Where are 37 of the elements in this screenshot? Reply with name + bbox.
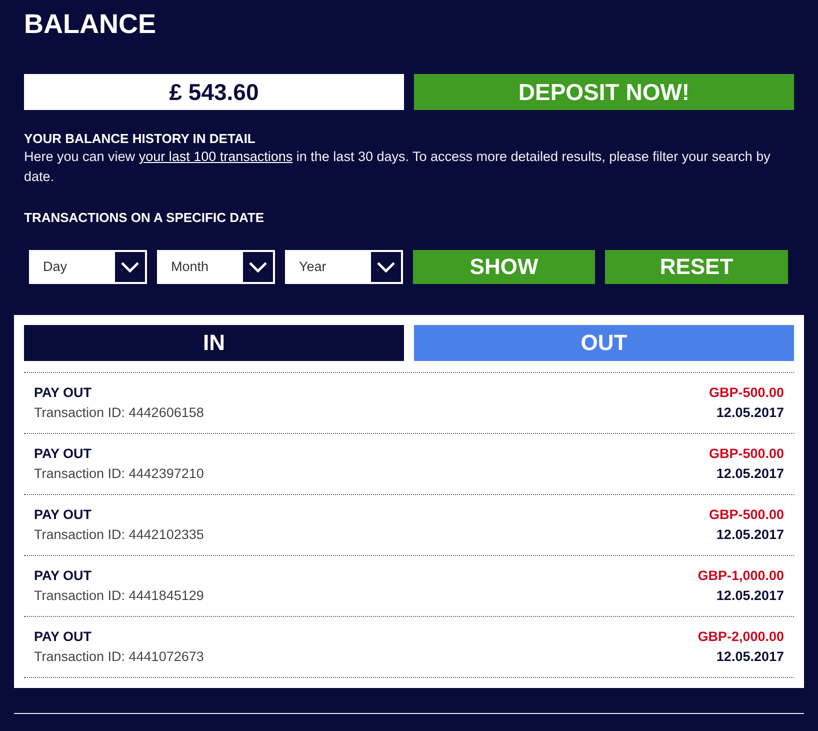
transaction-type: PAY OUT <box>34 445 93 463</box>
transaction-id: Transaction ID: 4441072673 <box>34 648 204 666</box>
transaction-amount: GBP-1,000.00 <box>698 567 784 585</box>
transactions-link[interactable]: your last 100 transactions <box>138 149 293 164</box>
deposit-button[interactable]: DEPOSIT NOW! <box>414 74 794 110</box>
transaction-amount: GBP-2,000.00 <box>698 628 784 646</box>
page-title: BALANCE <box>24 8 157 40</box>
transaction-type: PAY OUT <box>34 506 93 524</box>
transaction-id: Transaction ID: 4442606158 <box>34 404 204 422</box>
date-dropdown[interactable]: Month <box>157 250 275 284</box>
transaction-amount: GBP-500.00 <box>708 445 784 463</box>
transaction-date: 12.05.2017 <box>716 526 784 544</box>
transaction-id: Transaction ID: 4441845129 <box>34 587 204 605</box>
transaction-tab[interactable]: IN <box>24 325 404 361</box>
transaction-amount: GBP-500.00 <box>708 384 784 402</box>
transaction-type: PAY OUT <box>34 384 93 402</box>
section-heading: YOUR BALANCE HISTORY IN DETAIL <box>24 131 256 147</box>
transaction-date: 12.05.2017 <box>716 648 784 666</box>
chevron-down-icon <box>243 252 273 282</box>
transaction-date: 12.05.2017 <box>716 587 784 605</box>
transaction-type: PAY OUT <box>34 567 93 585</box>
transaction-type: PAY OUT <box>34 628 93 646</box>
transaction-amount: GBP-500.00 <box>708 506 784 524</box>
section-heading: TRANSACTIONS ON A SPECIFIC DATE <box>24 210 266 226</box>
history-description: Here you can view your last 100 transactions in the last 30 days. To access more detailed results, please filter your search by date. <box>24 148 772 186</box>
show-button[interactable]: SHOW <box>413 250 595 284</box>
transaction-tab[interactable]: OUT <box>414 325 794 361</box>
transaction-date: 12.05.2017 <box>716 404 784 422</box>
transaction-id: Transaction ID: 4442102335 <box>34 526 204 544</box>
balance-display: £ 543.60 <box>24 74 404 110</box>
transaction-id: Transaction ID: 4442397210 <box>34 465 204 483</box>
transaction-date: 12.05.2017 <box>716 465 784 483</box>
date-dropdown[interactable]: Year <box>285 250 403 284</box>
chevron-down-icon <box>371 252 401 282</box>
reset-button[interactable]: RESET <box>605 250 788 284</box>
chevron-down-icon <box>115 252 145 282</box>
date-dropdown[interactable]: Day <box>29 250 147 284</box>
